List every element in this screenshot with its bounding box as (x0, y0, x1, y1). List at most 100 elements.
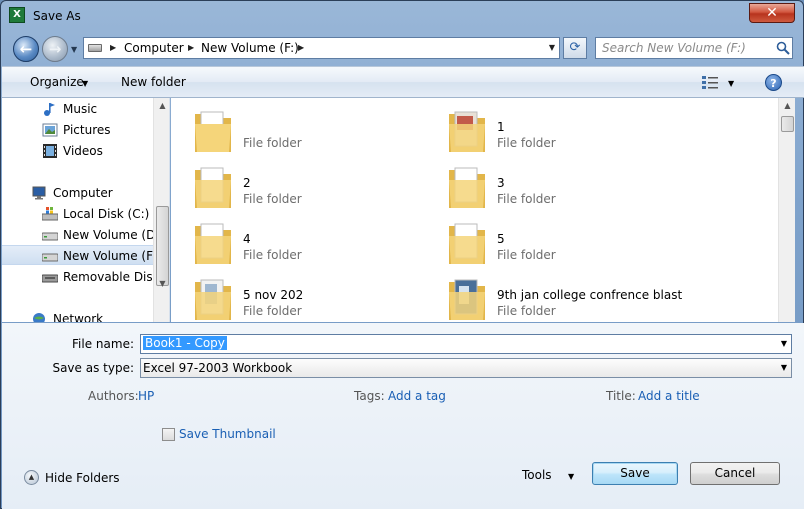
save-as-dialog: X Save As ✕ ← → ▼ ▶ Computer ▶ New Volum… (0, 0, 804, 509)
file-name: 1 (497, 120, 505, 134)
breadcrumb-separator-icon[interactable]: ▶ (110, 43, 116, 52)
recent-locations-arrow-icon[interactable]: ▼ (71, 45, 77, 54)
sidebar-item-videos[interactable]: Videos (2, 141, 154, 161)
folder-icon (195, 279, 231, 320)
new-folder-button[interactable]: New folder (121, 75, 186, 89)
breadcrumb-separator-icon[interactable]: ▶ (188, 43, 194, 52)
list-item[interactable]: 9th jan college confrence blast File fol… (447, 272, 697, 322)
navigation-pane: Music Pictures Videos Computer Local Dis… (2, 98, 170, 322)
file-list: File folder 1 File folder 2 File folder … (171, 98, 778, 322)
scroll-up-icon[interactable]: ▲ (779, 98, 796, 114)
save-as-type-dropdown-icon[interactable]: ▼ (777, 359, 791, 377)
sidebar-item-network[interactable]: Network (2, 309, 154, 322)
chevron-up-icon[interactable]: ▲ (24, 470, 39, 485)
sidebar-item-label: Network (53, 312, 104, 322)
file-name: 5 (497, 232, 505, 246)
search-icon[interactable] (776, 41, 790, 55)
organize-dropdown-icon[interactable]: ▼ (82, 79, 88, 88)
save-as-type-label: Save as type: (52, 361, 134, 375)
save-button[interactable]: Save (592, 462, 678, 485)
folder-icon (449, 223, 485, 264)
scrollbar-thumb[interactable] (781, 116, 794, 132)
file-name: 5 nov 202 (243, 288, 304, 302)
title-bar: X Save As ✕ (1, 1, 804, 31)
search-placeholder: Search New Volume (F:) (602, 41, 746, 55)
sidebar-scrollbar[interactable]: ▲ ▼ (153, 98, 169, 322)
file-name: 3 (497, 176, 505, 190)
folder-icon (195, 223, 231, 264)
list-item[interactable]: 5 nov 202 File folder (193, 272, 443, 322)
breadcrumb-computer[interactable]: Computer (124, 41, 184, 55)
sidebar-item-label: Computer (53, 186, 113, 200)
save-options-panel: File name: Book1 - Copy ▼ Save as type: … (2, 323, 804, 509)
sidebar-item-pictures[interactable]: Pictures (2, 120, 154, 140)
authors-field[interactable]: HP (138, 389, 154, 403)
help-icon[interactable]: ? (765, 74, 782, 91)
file-name: 2 (243, 176, 251, 190)
tags-field[interactable]: Add a tag (388, 389, 446, 403)
sidebar-item-label: Local Disk (C:) (63, 207, 150, 221)
save-as-type-select[interactable]: Excel 97-2003 Workbook ▼ (140, 358, 792, 378)
organize-button[interactable]: Organize (30, 75, 84, 89)
list-item[interactable]: 1 File folder (447, 104, 697, 158)
breadcrumb-new-volume-f[interactable]: New Volume (F:) (201, 41, 299, 55)
search-input[interactable]: Search New Volume (F:) (595, 37, 793, 59)
file-name-input[interactable]: Book1 - Copy ▼ (140, 334, 792, 354)
removable-drive-icon (42, 274, 58, 283)
address-bar[interactable]: ▶ Computer ▶ New Volume (F:) ▶ ▼ (83, 37, 560, 59)
music-icon (44, 103, 55, 116)
file-list-scrollbar[interactable]: ▲ (778, 98, 795, 322)
file-name: 9th jan college confrence blast (497, 288, 683, 302)
file-name-dropdown-icon[interactable]: ▼ (777, 335, 791, 353)
list-item[interactable]: 3 File folder (447, 160, 697, 214)
pictures-icon (42, 123, 58, 137)
sidebar-item-removable-disk[interactable]: Removable Disk ( (2, 267, 168, 287)
scroll-up-icon[interactable]: ▲ (154, 98, 169, 114)
forward-button[interactable]: → (42, 36, 68, 62)
file-type: File folder (243, 192, 302, 206)
list-item[interactable]: 4 File folder (193, 216, 443, 270)
back-button[interactable]: ← (13, 36, 39, 62)
sidebar-item-new-volume-d[interactable]: New Volume (D:) (2, 225, 164, 245)
title-field[interactable]: Add a title (638, 389, 700, 403)
title-label: Title: (606, 389, 636, 403)
save-thumbnail-checkbox[interactable] (162, 428, 175, 441)
file-type: File folder (243, 304, 302, 318)
drive-icon (88, 44, 102, 52)
list-item[interactable]: File folder (193, 104, 443, 158)
tools-dropdown-icon[interactable]: ▼ (568, 472, 574, 481)
file-name-label: File name: (72, 337, 134, 351)
sidebar-item-label: Pictures (63, 123, 111, 137)
breadcrumb-separator-icon[interactable]: ▶ (298, 43, 304, 52)
views-dropdown-icon[interactable]: ▼ (728, 79, 734, 88)
folder-icon (195, 167, 231, 208)
computer-icon (32, 186, 46, 200)
refresh-button[interactable]: ⟳ (563, 37, 587, 59)
tools-button[interactable]: Tools (522, 468, 552, 482)
list-item[interactable]: 5 File folder (447, 216, 697, 270)
scrollbar-thumb[interactable] (156, 206, 169, 286)
list-item[interactable]: 2 File folder (193, 160, 443, 214)
scroll-down-icon[interactable]: ▼ (154, 276, 169, 292)
file-type: File folder (497, 192, 556, 206)
sidebar-item-local-disk-c[interactable]: Local Disk (C:) (2, 204, 154, 224)
command-bar: Organize ▼ New folder ▼ ? (2, 66, 804, 98)
close-button[interactable]: ✕ (749, 3, 795, 23)
authors-label: Authors: (88, 389, 139, 403)
sidebar-item-label: Videos (63, 144, 103, 158)
tags-label: Tags: (354, 389, 385, 403)
drive-icon (42, 232, 58, 241)
change-view-icon[interactable] (702, 75, 718, 89)
network-icon (33, 313, 45, 322)
cancel-button[interactable]: Cancel (690, 462, 780, 485)
sidebar-item-computer[interactable]: Computer (2, 183, 154, 203)
address-dropdown-icon[interactable]: ▼ (544, 38, 560, 58)
sidebar-item-new-volume-f[interactable]: New Volume (F:) (2, 245, 161, 265)
sidebar-item-music[interactable]: Music (2, 99, 154, 119)
file-type: File folder (243, 136, 302, 150)
folder-icon (195, 111, 231, 152)
save-thumbnail-label[interactable]: Save Thumbnail (179, 427, 276, 441)
hide-folders-button[interactable]: Hide Folders (45, 471, 120, 485)
drive-icon (42, 253, 58, 262)
excel-icon: X (9, 7, 25, 23)
